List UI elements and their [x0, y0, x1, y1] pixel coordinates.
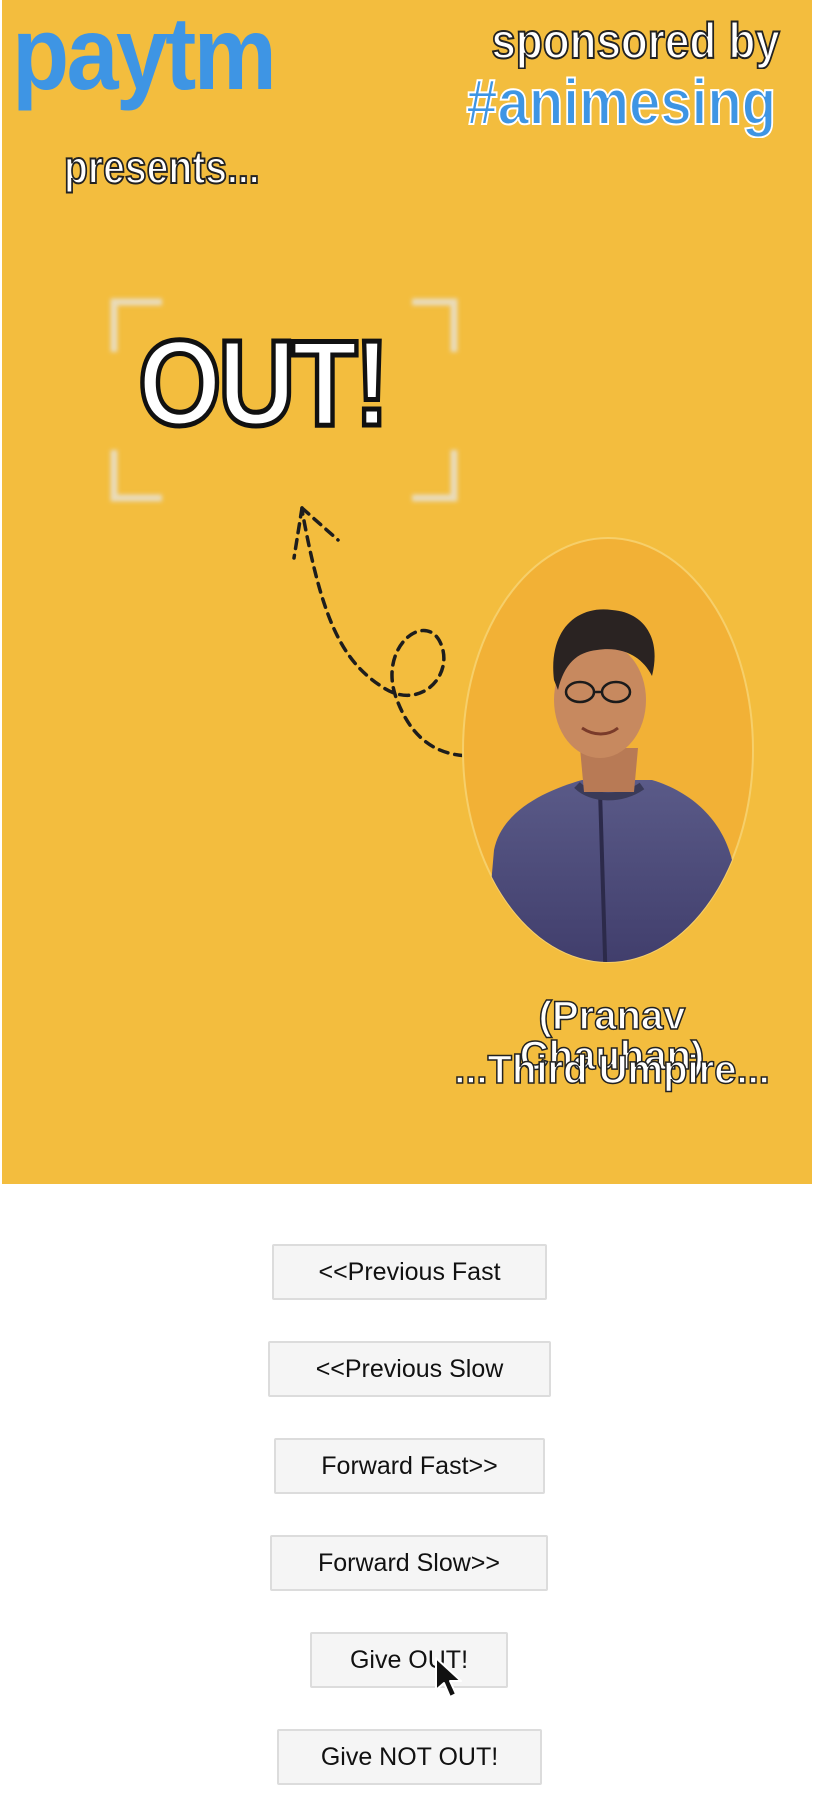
brand-logo: paytm — [12, 0, 277, 112]
presents-text: presents... — [63, 141, 260, 193]
previous-slow-button[interactable]: <<Previous Slow — [268, 1341, 551, 1397]
avatar — [462, 537, 754, 963]
give-not-out-button[interactable]: Give NOT OUT! — [277, 1729, 542, 1785]
forward-slow-button[interactable]: Forward Slow>> — [270, 1535, 548, 1591]
give-out-button[interactable]: Give OUT! — [310, 1632, 508, 1688]
forward-fast-button[interactable]: Forward Fast>> — [274, 1438, 545, 1494]
sponsored-by-text: sponsored by — [491, 13, 781, 69]
previous-fast-button[interactable]: <<Previous Fast — [272, 1244, 547, 1300]
decision-banner-image: paytm presents... sponsored by #animesin… — [2, 0, 812, 1184]
umpire-role: ...Third Umpire... — [453, 1048, 770, 1092]
sponsor-hashtag: #animesing — [465, 66, 777, 138]
page: paytm presents... sponsored by #animesin… — [0, 0, 814, 1800]
out-title: OUT! — [136, 315, 392, 451]
mouse-pointer-icon — [435, 1657, 462, 1698]
